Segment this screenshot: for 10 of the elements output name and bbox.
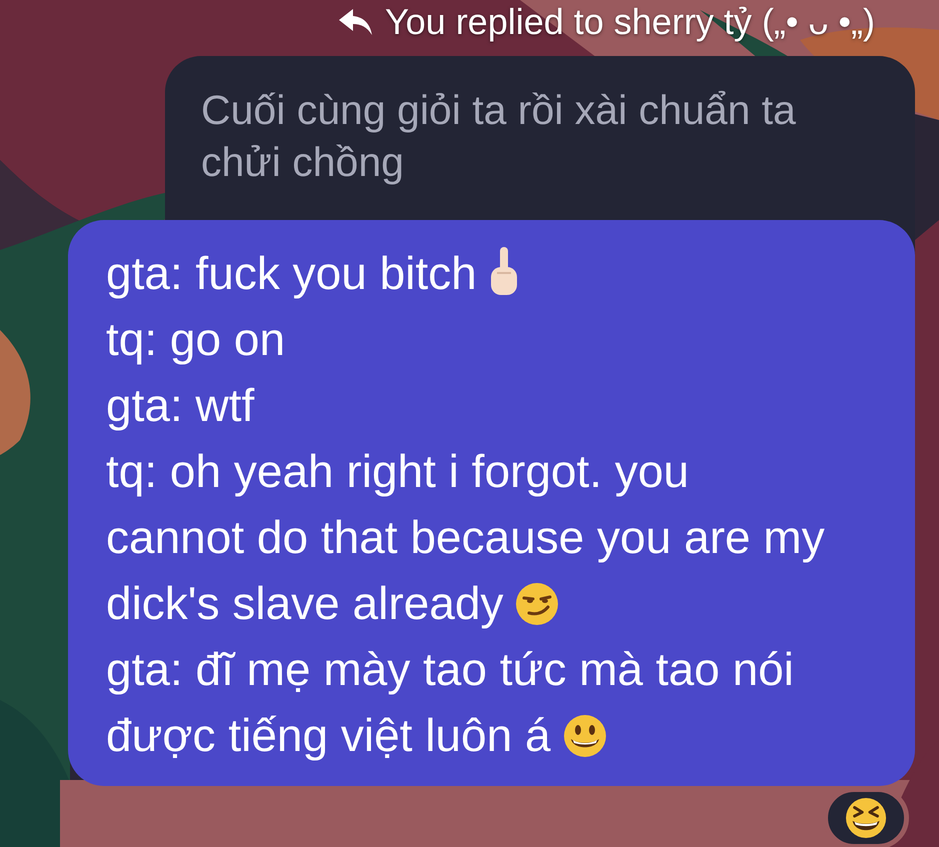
- reply-icon: [338, 9, 373, 35]
- message-line: tq: go on: [106, 312, 286, 367]
- quoted-text: Cuối cùng giỏi ta rồi xài chuẩn ta chửi chồng: [201, 86, 797, 187]
- message-line: gta: đĩ mẹ mày tao tức mà tao nói được tiếng việt luôn á: [106, 642, 795, 763]
- message-line: gta: wtf: [106, 378, 256, 433]
- message-line: gta: fuck you bitch: [106, 240, 831, 306]
- smirk-face-icon: [515, 582, 560, 626]
- laughing-face-icon: [845, 797, 887, 839]
- hand-icon: [488, 246, 519, 297]
- grin-face-icon: [562, 714, 607, 758]
